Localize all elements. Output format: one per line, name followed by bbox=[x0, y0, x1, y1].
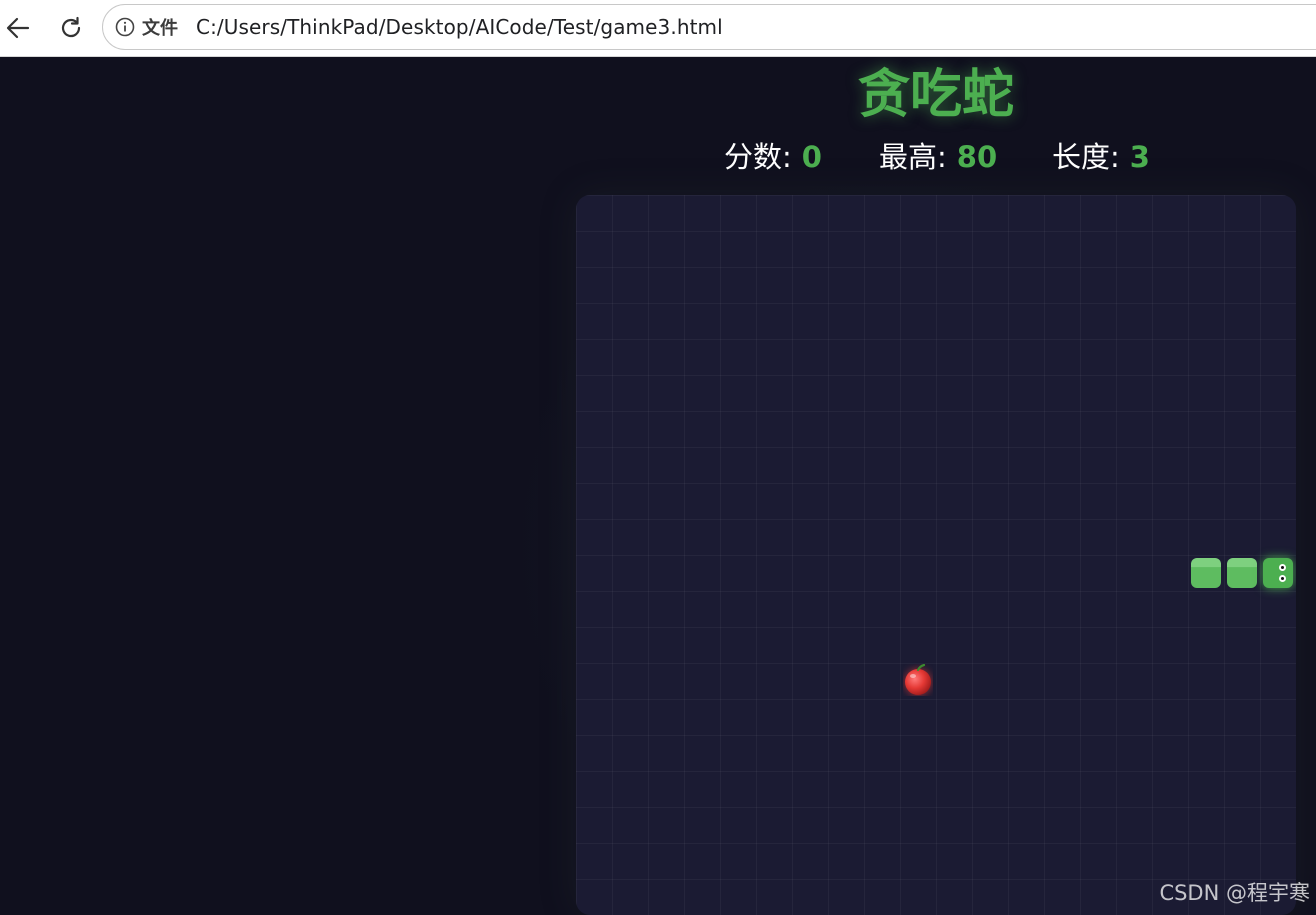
snake-eye-bottom bbox=[1279, 575, 1286, 582]
game-title: 贪吃蛇 bbox=[857, 65, 1014, 125]
file-scheme-label: 文件 bbox=[142, 18, 178, 39]
info-icon[interactable] bbox=[114, 16, 136, 38]
stats-bar: 分数: 0 最高: 80 长度: 3 bbox=[0, 137, 1316, 177]
watermark: CSDN @程宇寒 bbox=[1159, 881, 1310, 905]
score-value: 0 bbox=[801, 140, 822, 174]
snake-body-segment bbox=[1227, 558, 1257, 588]
snake-head bbox=[1263, 558, 1293, 588]
best-score-label: 最高: bbox=[879, 140, 947, 174]
score-label: 分数: bbox=[724, 140, 792, 174]
best-score-value: 80 bbox=[956, 140, 998, 174]
game-page: 贪吃蛇 分数: 0 最高: 80 长度: 3 CSDN @程宇寒 bbox=[0, 57, 1316, 915]
best-score-stat: 最高: 80 bbox=[879, 137, 997, 177]
back-button[interactable] bbox=[2, 12, 34, 44]
reload-icon bbox=[61, 16, 81, 38]
apple-icon bbox=[903, 663, 933, 696]
browser-toolbar: 文件 C:/Users/ThinkPad/Desktop/AICode/Test… bbox=[0, 0, 1316, 57]
length-label: 长度: bbox=[1052, 140, 1120, 174]
address-bar[interactable]: 文件 C:/Users/ThinkPad/Desktop/AICode/Test… bbox=[102, 4, 1316, 50]
score-stat: 分数: 0 bbox=[724, 137, 822, 177]
game-board[interactable] bbox=[576, 195, 1296, 915]
reload-button[interactable] bbox=[55, 12, 87, 44]
length-value: 3 bbox=[1129, 140, 1150, 174]
url-text[interactable]: C:/Users/ThinkPad/Desktop/AICode/Test/ga… bbox=[196, 15, 723, 39]
back-arrow-icon bbox=[6, 17, 30, 39]
snake-eye-top bbox=[1279, 564, 1286, 571]
length-stat: 长度: 3 bbox=[1052, 137, 1150, 177]
snake-body-segment bbox=[1191, 558, 1221, 588]
